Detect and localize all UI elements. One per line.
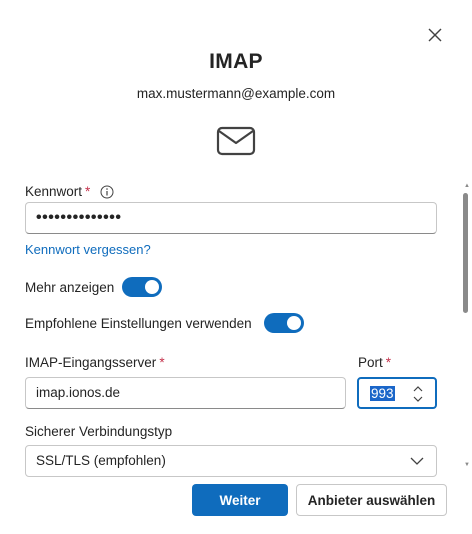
- password-label: Kennwort *: [25, 184, 114, 199]
- required-marker: *: [385, 355, 392, 370]
- port-value: 993: [370, 386, 395, 401]
- mail-icon: [216, 126, 256, 156]
- required-marker: *: [85, 184, 91, 199]
- incoming-server-value: imap.ionos.de: [36, 385, 121, 400]
- scroll-up-icon[interactable]: ▲: [464, 183, 470, 189]
- recommended-settings-toggle[interactable]: [263, 313, 304, 333]
- password-label-text: Kennwort: [25, 184, 83, 199]
- incoming-server-label-text: IMAP-Eingangsserver: [25, 355, 157, 370]
- scroll-down-icon[interactable]: ▼: [464, 462, 470, 468]
- dialog-title: IMAP: [209, 50, 263, 73]
- toggle-knob: [145, 280, 160, 294]
- forgot-password-link[interactable]: Kennwort vergessen?: [25, 242, 151, 257]
- required-marker: *: [159, 355, 165, 370]
- info-icon[interactable]: [100, 185, 114, 199]
- choose-provider-button[interactable]: Anbieter auswählen: [296, 484, 447, 516]
- show-more-toggle[interactable]: [122, 277, 163, 297]
- chevron-up-icon: [413, 386, 423, 392]
- chevron-down-icon: [410, 457, 424, 465]
- scrollbar-thumb[interactable]: [463, 193, 468, 313]
- close-button[interactable]: [424, 24, 446, 46]
- incoming-server-label: IMAP-Eingangsserver *: [25, 355, 165, 370]
- toggle-knob: [286, 316, 301, 330]
- password-value: ••••••••••••••: [36, 209, 122, 226]
- security-type-label: Sicherer Verbindungstyp: [25, 424, 173, 439]
- port-label: Port *: [358, 355, 391, 370]
- port-stepper[interactable]: [413, 384, 423, 404]
- show-more-row: Mehr anzeigen: [25, 277, 163, 297]
- chevron-down-icon: [413, 396, 423, 402]
- next-button[interactable]: Weiter: [192, 484, 288, 516]
- password-input[interactable]: ••••••••••••••: [25, 202, 437, 234]
- recommended-settings-label: Empfohlene Einstellungen verwenden: [25, 315, 252, 331]
- security-type-select[interactable]: SSL/TLS (empfohlen): [25, 445, 437, 477]
- close-icon: [428, 28, 442, 42]
- security-type-value: SSL/TLS (empfohlen): [36, 453, 166, 468]
- scrollbar[interactable]: ▲ ▼: [462, 183, 470, 468]
- port-input[interactable]: 993: [357, 377, 437, 409]
- show-more-label: Mehr anzeigen: [25, 279, 115, 295]
- account-email: max.mustermann@example.com: [136, 86, 336, 101]
- port-label-text: Port: [358, 355, 383, 370]
- incoming-server-input[interactable]: imap.ionos.de: [25, 377, 346, 409]
- recommended-settings-row: Empfohlene Einstellungen verwenden: [25, 313, 304, 333]
